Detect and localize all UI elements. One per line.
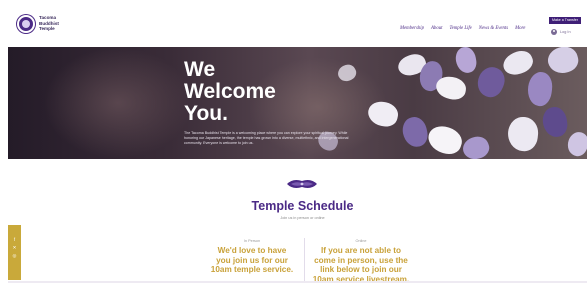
wisteria-petal [453,47,479,75]
wisteria-petal [424,122,466,158]
hero-description: The Tacoma Buddhist Temple is a welcomin… [184,131,349,146]
hero-title-line: Welcome [184,80,276,103]
site-header: Tacoma Buddhist Temple Membership About … [0,0,587,46]
wisteria-petal [525,70,555,108]
login-label: Log In [560,30,571,34]
hero-banner: We Welcome You. The Tacoma Buddhist Temp… [8,47,587,159]
brand-name[interactable]: Tacoma Buddhist Temple [39,15,99,32]
section-bottom-border [8,281,587,283]
wisteria-petal [506,115,540,153]
brand-line: Temple [39,26,55,32]
wisteria-petal [545,47,581,77]
wisteria-petal [434,74,468,102]
card-text-line: 10am temple service. [210,265,294,275]
wisteria-petal [400,114,430,150]
temple-logo[interactable] [17,15,35,33]
section-title: Temple Schedule [251,199,354,213]
card-tag: Online [355,239,367,243]
schedule-card-in-person: In Person We'd love to have you join us … [196,238,308,275]
card-text-line: If you are not able to [320,246,402,255]
wisteria-petal [499,47,537,80]
wisteria-petal [541,105,569,139]
nav-item-membership[interactable]: Membership [400,26,424,31]
social-sidebar: f ✕ ◎ [8,225,21,280]
facebook-icon[interactable]: f [8,237,21,242]
card-text: We'd love to have you join us for our 10… [196,246,308,275]
nav-item-temple-life[interactable]: Temple Life [449,26,471,31]
make-transfer-button[interactable]: Make a Transfer [549,17,581,24]
lotus-emblem-icon [287,180,317,188]
x-twitter-icon[interactable]: ✕ [8,245,21,250]
card-tag: In Person [243,239,261,243]
wisteria-petal [460,133,492,159]
page: Tacoma Buddhist Temple Membership About … [0,0,587,284]
section-subtitle: Join us in person or online [280,216,325,220]
hero-title: We Welcome You. [184,59,354,125]
card-text-line: come in person, use the [314,255,408,265]
nav-item-about[interactable]: About [431,26,442,31]
hero-title-line: We [184,58,216,81]
hero-background-blur [43,47,193,159]
nav-item-more[interactable]: More [515,26,525,31]
main-nav: Membership About Temple Life News & Even… [400,26,525,31]
card-text-line: We'd love to have [217,246,287,255]
hero-title-line: You. [184,102,228,125]
nav-item-news-events[interactable]: News & Events [479,26,508,31]
card-text-line: link below to join our [320,265,402,275]
card-text-line: you join us for our [216,255,288,265]
instagram-icon[interactable]: ◎ [8,253,21,258]
schedule-card-online: Online If you are not able to come in pe… [305,238,417,284]
user-icon [551,29,557,35]
login-link[interactable]: Log In [551,29,571,35]
card-text: If you are not able to come in person, u… [305,246,417,284]
wisteria-petal [564,129,587,159]
